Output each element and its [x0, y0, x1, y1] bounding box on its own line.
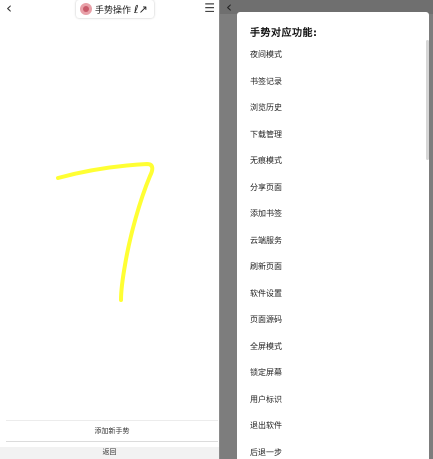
- return-button[interactable]: 返回: [0, 447, 219, 459]
- function-option[interactable]: 夜间模式: [250, 49, 282, 60]
- back-icon: ‹: [226, 0, 232, 16]
- menu-icon[interactable]: ☰: [204, 1, 215, 15]
- gesture-stroke: [56, 162, 155, 302]
- scrollbar[interactable]: [426, 40, 429, 160]
- function-option[interactable]: 云端服务: [250, 235, 282, 246]
- function-option[interactable]: 添加书签: [250, 208, 282, 219]
- title-pill: 手势操作 ℓ↗: [76, 0, 154, 18]
- function-option[interactable]: 后退一步: [250, 447, 282, 458]
- dialog-title: 手势对应功能:: [250, 28, 318, 39]
- gesture-editor-panel: ‹ 手势操作 ℓ↗ ☰ 添加新手势 返回: [0, 0, 219, 459]
- function-option[interactable]: 书签记录: [250, 76, 282, 87]
- page-title: 手势操作: [95, 5, 132, 16]
- function-option[interactable]: 浏览历史: [250, 102, 282, 113]
- gesture-symbol-icon: ℓ↗: [134, 2, 148, 16]
- function-option[interactable]: 刷新页面: [250, 261, 282, 272]
- function-option[interactable]: 锁定屏幕: [250, 367, 282, 378]
- function-option[interactable]: 无痕模式: [250, 155, 282, 166]
- function-option[interactable]: 页面源码: [250, 314, 282, 325]
- gesture-stroke-svg: [56, 162, 155, 302]
- function-option[interactable]: 下载管理: [250, 129, 282, 140]
- gesture-drawing-canvas[interactable]: [0, 20, 219, 420]
- function-option[interactable]: 分享页面: [250, 182, 282, 193]
- function-dialog: 手势对应功能: 夜间模式书签记录浏览历史下载管理无痕模式分享页面添加书签云端服务…: [237, 12, 429, 459]
- function-option[interactable]: 用户标识: [250, 394, 282, 405]
- function-option[interactable]: 退出软件: [250, 420, 282, 431]
- back-icon[interactable]: ‹: [6, 0, 12, 16]
- function-option[interactable]: 全屏模式: [250, 341, 282, 352]
- function-option[interactable]: 软件设置: [250, 288, 282, 299]
- function-select-panel: ‹ 手势对应功能: 夜间模式书签记录浏览历史下载管理无痕模式分享页面添加书签云端…: [220, 0, 433, 459]
- top-bar: ‹ 手势操作 ℓ↗ ☰: [0, 0, 219, 18]
- add-gesture-button[interactable]: 添加新手势: [6, 420, 218, 442]
- app-logo-icon: [80, 3, 92, 15]
